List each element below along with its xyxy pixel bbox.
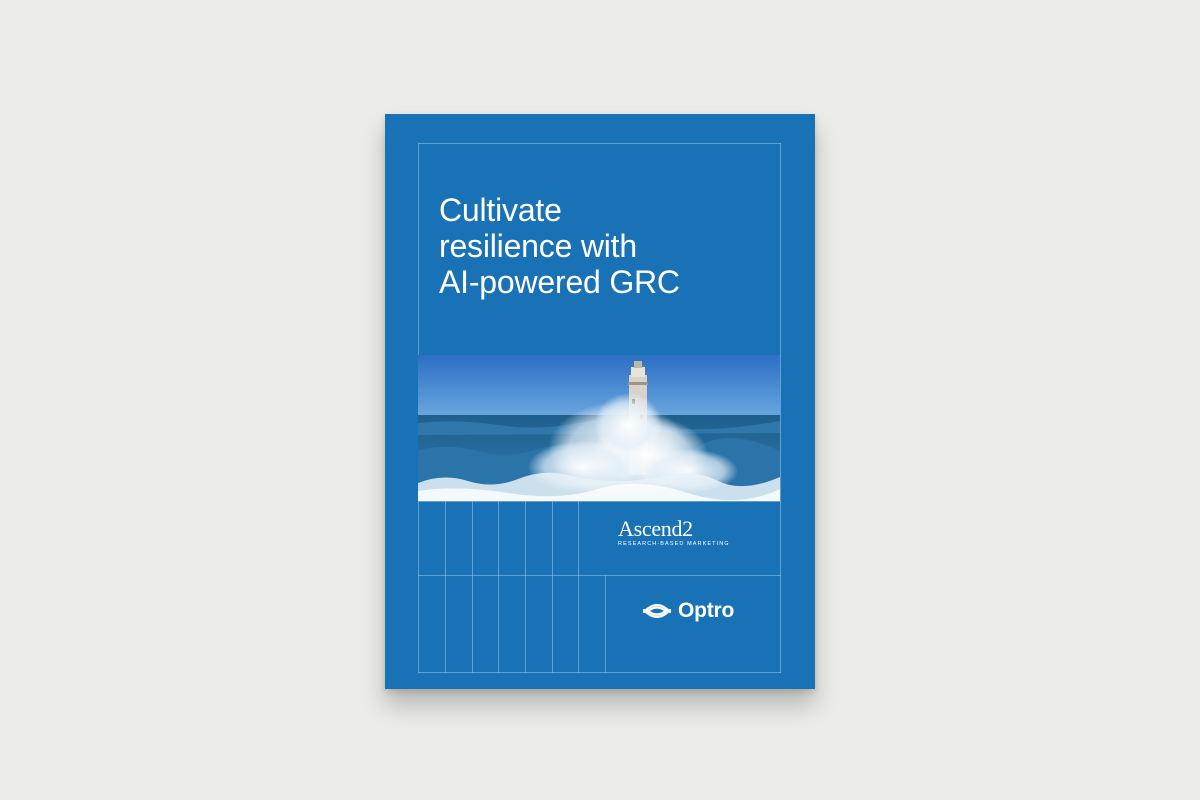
- lighthouse-photo: [418, 355, 780, 501]
- grid-col: [498, 501, 499, 673]
- cover-title-line-3: AI-powered GRC: [439, 264, 680, 300]
- grid-col: [445, 501, 446, 673]
- optro-swirl-icon: [642, 603, 672, 619]
- optro-logo: Optro: [642, 598, 734, 624]
- frame-line-logo-divider-2: [605, 575, 606, 673]
- frame-line-logo-divider-1: [578, 501, 579, 575]
- ebook-cover: Cultivate resilience with AI-powered GRC: [385, 114, 815, 689]
- grid-col: [472, 501, 473, 673]
- grid-col: [578, 575, 579, 673]
- cover-title-line-2: resilience with: [439, 228, 637, 264]
- ascend2-logo: Ascend2 RESEARCH-BASED MARKETING: [618, 517, 738, 548]
- ascend2-logo-tagline: RESEARCH-BASED MARKETING: [618, 541, 730, 547]
- frame-line-top: [418, 143, 781, 144]
- cover-title: Cultivate resilience with AI-powered GRC: [439, 192, 799, 300]
- optro-logo-name: Optro: [678, 599, 735, 622]
- ascend2-logo-name: Ascend2: [618, 516, 693, 541]
- grid-col: [525, 501, 526, 673]
- grid-col: [552, 501, 553, 673]
- cover-title-line-1: Cultivate: [439, 192, 562, 228]
